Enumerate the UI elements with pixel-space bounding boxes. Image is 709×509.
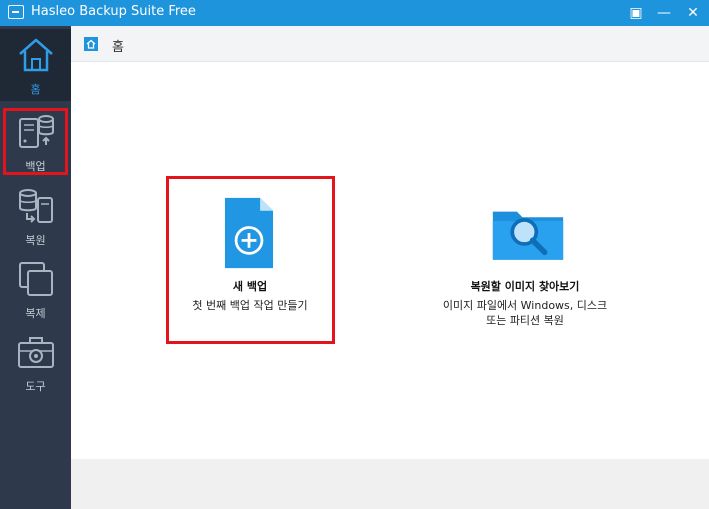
folder-search-icon: [492, 211, 564, 260]
sidebar: 홈 백업 복원 복제 도구: [0, 26, 71, 509]
sidebar-item-tools[interactable]: 도구: [0, 326, 71, 398]
window-title: Hasleo Backup Suite Free: [31, 4, 196, 19]
sidebar-item-label: 홈: [30, 83, 41, 96]
close-button[interactable]: ✕: [683, 3, 703, 23]
app-logo-icon: [8, 5, 24, 19]
new-backup-title: 새 백업: [232, 280, 268, 293]
sidebar-item-home[interactable]: 홈: [0, 29, 71, 101]
browse-image-title: 복원할 이미지 찾아보기: [470, 280, 580, 293]
sidebar-item-restore[interactable]: 복원: [0, 180, 71, 252]
sidebar-item-label: 백업: [25, 160, 46, 173]
home-icon[interactable]: [84, 37, 98, 51]
menu-button[interactable]: ▣: [626, 3, 646, 23]
backup-icon: [19, 115, 54, 148]
minimize-button[interactable]: —: [654, 3, 674, 23]
browse-image-description-line2: 또는 파티션 복원: [486, 314, 564, 327]
tools-icon: [18, 337, 54, 368]
main-content: 새 백업 첫 번째 백업 작업 만들기 복원할 이미지 찾아보기 이미지 파일에…: [71, 62, 709, 459]
clone-icon: [19, 262, 53, 296]
breadcrumb-current: 홈: [112, 40, 124, 55]
sidebar-item-label: 복제: [25, 307, 46, 320]
sidebar-item-backup[interactable]: 백업: [0, 106, 71, 178]
breadcrumb: 홈: [71, 26, 709, 62]
sidebar-item-label: 복원: [25, 234, 46, 247]
home-icon: [19, 38, 53, 72]
sidebar-item-label: 도구: [25, 380, 46, 393]
restore-icon: [19, 189, 53, 223]
browse-image-description-line1: 이미지 파일에서 Windows, 디스크: [442, 299, 608, 312]
new-backup-card[interactable]: 새 백업 첫 번째 백업 작업 만들기: [175, 190, 325, 320]
add-file-icon: [224, 197, 274, 269]
footer-bar: [71, 459, 709, 509]
title-bar: Hasleo Backup Suite Free ▣ — ✕: [0, 0, 709, 26]
sidebar-item-clone[interactable]: 복제: [0, 253, 71, 325]
new-backup-description: 첫 번째 백업 작업 만들기: [192, 299, 308, 312]
browse-image-card[interactable]: 복원할 이미지 찾아보기 이미지 파일에서 Windows, 디스크 또는 파티…: [425, 196, 625, 336]
